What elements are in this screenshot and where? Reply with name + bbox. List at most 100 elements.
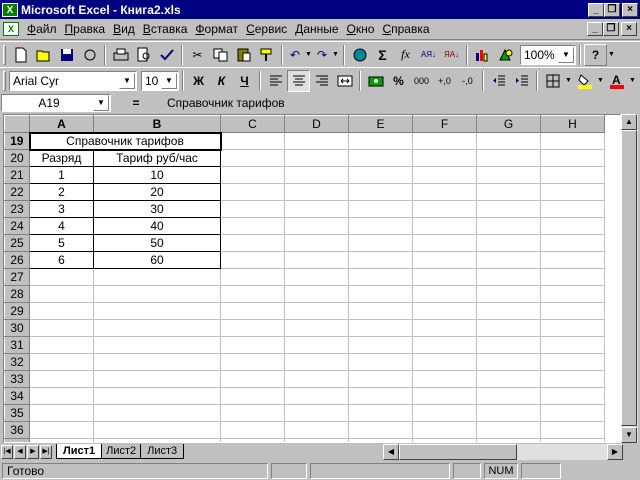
comma-style-icon[interactable]: 000 — [410, 70, 433, 92]
empty-cell[interactable] — [284, 166, 349, 184]
borders-dropdown-icon[interactable]: ▼ — [564, 70, 573, 92]
row-header[interactable]: 26 — [4, 251, 30, 269]
chart-wizard-icon[interactable] — [471, 44, 494, 66]
empty-cell[interactable] — [476, 183, 541, 201]
drawing-icon[interactable] — [494, 44, 517, 66]
horizontal-scrollbar[interactable]: ◀ ▶ — [383, 444, 623, 460]
redo-dropdown-icon[interactable]: ▼ — [331, 44, 340, 66]
row-header[interactable]: 29 — [4, 302, 30, 320]
empty-cell[interactable] — [348, 166, 413, 184]
cell-a[interactable]: 2 — [29, 183, 94, 201]
percent-style-icon[interactable]: % — [387, 70, 410, 92]
empty-cell[interactable] — [412, 302, 477, 320]
empty-cell[interactable] — [412, 319, 477, 337]
empty-cell[interactable] — [540, 268, 605, 286]
empty-cell[interactable] — [348, 302, 413, 320]
worksheet-grid[interactable]: A B C D E F G H 19 Справочник тарифов 20 Ра… — [3, 114, 621, 443]
undo-icon[interactable]: ↶ — [286, 44, 304, 66]
workbook-icon[interactable]: X — [3, 22, 19, 36]
empty-cell[interactable] — [540, 387, 605, 405]
empty-cell[interactable] — [476, 353, 541, 371]
empty-cell[interactable] — [284, 387, 349, 405]
empty-cell[interactable] — [476, 387, 541, 405]
cell-b[interactable] — [93, 268, 221, 286]
row-header[interactable]: 21 — [4, 166, 30, 184]
cell-a[interactable] — [29, 404, 94, 422]
row-header[interactable]: 20 — [4, 149, 30, 167]
scroll-right-icon[interactable]: ▶ — [607, 444, 623, 460]
menu-help[interactable]: Справка — [378, 20, 433, 38]
empty-cell[interactable] — [220, 370, 285, 388]
cell-b[interactable]: 30 — [93, 200, 221, 218]
empty-cell[interactable] — [412, 268, 477, 286]
row-header[interactable]: 30 — [4, 319, 30, 337]
doc-minimize-button[interactable]: _ — [587, 22, 603, 36]
font-size-select[interactable]: 10 ▼ — [141, 70, 179, 91]
cell-a[interactable] — [29, 302, 94, 320]
empty-cell[interactable] — [476, 319, 541, 337]
cell-a[interactable] — [29, 370, 94, 388]
cell-b[interactable]: 60 — [93, 251, 221, 269]
currency-style-icon[interactable] — [364, 70, 387, 92]
increase-decimal-icon[interactable]: +,0 — [433, 70, 456, 92]
edit-formula-button[interactable]: = — [111, 96, 161, 110]
empty-cell[interactable] — [540, 336, 605, 354]
empty-cell[interactable] — [348, 336, 413, 354]
empty-cell[interactable] — [412, 336, 477, 354]
menu-data[interactable]: Данные — [291, 20, 342, 38]
menu-file[interactable]: Файл — [23, 20, 61, 38]
empty-cell[interactable] — [540, 166, 605, 184]
cell-a[interactable] — [29, 336, 94, 354]
empty-cell[interactable] — [476, 302, 541, 320]
empty-cell[interactable] — [284, 132, 349, 150]
print-icon[interactable] — [109, 44, 132, 66]
empty-cell[interactable] — [348, 200, 413, 218]
binder-icon[interactable] — [78, 44, 101, 66]
empty-cell[interactable] — [540, 353, 605, 371]
column-header-c[interactable]: C — [220, 115, 285, 133]
print-preview-icon[interactable] — [132, 44, 155, 66]
cell-a[interactable]: 1 — [29, 166, 94, 184]
empty-cell[interactable] — [348, 370, 413, 388]
font-color-icon[interactable]: A — [605, 70, 628, 92]
empty-cell[interactable] — [412, 353, 477, 371]
row-header[interactable]: 32 — [4, 353, 30, 371]
underline-button[interactable]: Ч — [233, 70, 256, 92]
empty-cell[interactable] — [412, 251, 477, 269]
sort-descending-icon[interactable]: ЯА↓ — [440, 44, 463, 66]
row-header[interactable]: 34 — [4, 387, 30, 405]
empty-cell[interactable] — [220, 251, 285, 269]
empty-cell[interactable] — [476, 217, 541, 235]
empty-cell[interactable] — [476, 234, 541, 252]
row-header[interactable]: 22 — [4, 183, 30, 201]
cell-b[interactable] — [93, 353, 221, 371]
empty-cell[interactable] — [540, 200, 605, 218]
menu-format[interactable]: Формат — [191, 20, 242, 38]
column-header-d[interactable]: D — [284, 115, 349, 133]
zoom-select[interactable]: 100% ▼ — [520, 44, 576, 65]
empty-cell[interactable] — [220, 302, 285, 320]
empty-cell[interactable] — [412, 285, 477, 303]
copy-icon[interactable] — [209, 44, 232, 66]
decrease-indent-icon[interactable] — [487, 70, 510, 92]
row-header[interactable]: 19 — [4, 132, 30, 150]
sheet-tab-2[interactable]: Лист2 — [99, 444, 144, 459]
row-header[interactable]: 36 — [4, 421, 30, 439]
cell-b[interactable] — [93, 285, 221, 303]
empty-cell[interactable] — [476, 370, 541, 388]
empty-cell[interactable] — [476, 166, 541, 184]
empty-cell[interactable] — [348, 149, 413, 167]
empty-cell[interactable] — [284, 336, 349, 354]
empty-cell[interactable] — [220, 217, 285, 235]
empty-cell[interactable] — [476, 149, 541, 167]
empty-cell[interactable] — [348, 353, 413, 371]
empty-cell[interactable] — [284, 370, 349, 388]
new-document-icon[interactable] — [9, 44, 32, 66]
empty-cell[interactable] — [412, 200, 477, 218]
cell-a[interactable] — [29, 387, 94, 405]
scroll-up-icon[interactable]: ▲ — [621, 114, 637, 130]
empty-cell[interactable] — [476, 285, 541, 303]
empty-cell[interactable] — [540, 319, 605, 337]
cell-b[interactable] — [93, 336, 221, 354]
align-center-icon[interactable] — [287, 69, 310, 92]
